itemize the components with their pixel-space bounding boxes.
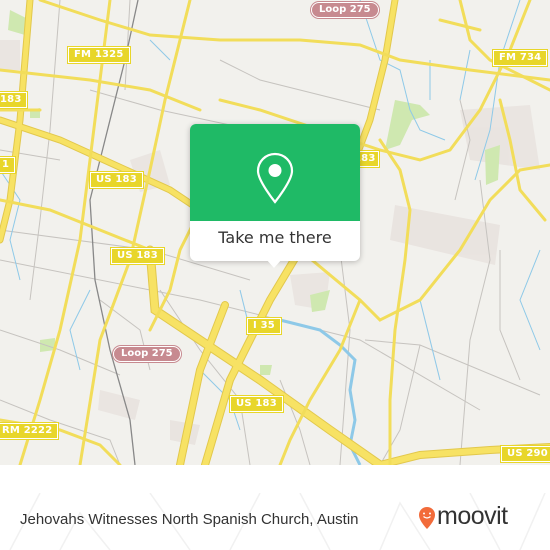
popup-pointer (266, 259, 282, 268)
road-label-fm734: FM 734 (491, 49, 549, 67)
location-pin-icon (256, 152, 294, 204)
location-popup[interactable]: Take me there (190, 124, 360, 268)
road-label-loop275-mid: Loop 275 (113, 346, 181, 362)
popup-header[interactable] (190, 124, 360, 221)
road-label-rm2222: RM 2222 (0, 422, 60, 440)
place-name: Jehovahs Witnesses North Spanish Church,… (20, 511, 359, 528)
road-label-us1-left: 1 (0, 156, 17, 174)
road-label-us183-b: US 183 (110, 247, 165, 265)
road-label-i35: I 35 (246, 317, 282, 335)
map[interactable]: FM 1325 Loop 275 FM 734 183 1 US 183 US … (0, 0, 550, 465)
moovit-brand: moovit (437, 502, 508, 530)
moovit-logo-icon (419, 507, 435, 529)
road-label-loop275-top: Loop 275 (311, 2, 379, 18)
road-label-us183-left: 183 (0, 91, 29, 109)
road-label-us183-c: US 183 (229, 395, 284, 413)
road-label-fm1325: FM 1325 (67, 46, 131, 64)
road-label-us290: US 290 (500, 445, 550, 463)
road-label-us183-a: US 183 (89, 171, 144, 189)
take-me-there-button[interactable]: Take me there (190, 228, 360, 247)
